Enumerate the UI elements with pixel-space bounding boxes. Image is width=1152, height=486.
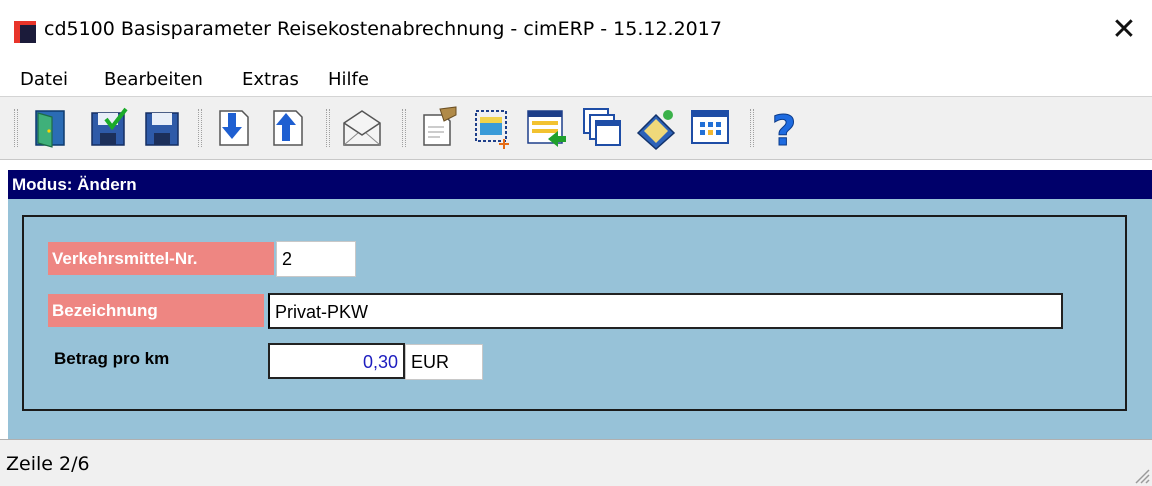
list-arrow-icon[interactable] [524, 105, 568, 151]
status-bar: Zeile 2/6 [0, 439, 1152, 486]
window-title: cd5100 Basisparameter Reisekostenabrechn… [44, 18, 722, 40]
new-selection-icon[interactable] [470, 105, 514, 151]
app-icon [14, 21, 36, 43]
bezeichnung-field[interactable]: Privat-PKW [268, 293, 1063, 329]
save-icon[interactable] [140, 105, 184, 151]
arrow-down-document-icon[interactable] [212, 105, 256, 151]
betrag-label: Betrag pro km [54, 349, 170, 368]
save-check-icon[interactable] [86, 105, 130, 151]
windows-icon[interactable] [580, 105, 624, 151]
edit-document-icon[interactable] [416, 105, 460, 151]
close-button[interactable]: ✕ [1110, 12, 1138, 48]
resize-grip-icon[interactable] [1132, 466, 1150, 484]
svg-text:?: ? [772, 106, 796, 151]
currency-field[interactable]: EUR [405, 344, 483, 380]
menu-hilfe[interactable]: Hilfe [322, 67, 375, 92]
exit-door-icon[interactable] [28, 105, 72, 151]
toolbar-grip [14, 109, 18, 147]
verkehrsmittel-label: Verkehrsmittel-Nr. [48, 242, 274, 275]
menu-bar: Datei Bearbeiten Extras Hilfe [0, 62, 1152, 96]
help-icon[interactable]: ? [762, 105, 806, 152]
toolbar-separator [402, 109, 406, 147]
betrag-field[interactable]: 0,30 [268, 343, 405, 379]
calendar-grid-icon[interactable] [688, 105, 732, 151]
toolbar-separator [326, 109, 330, 147]
book-tag-icon[interactable] [634, 105, 678, 151]
title-bar: cd5100 Basisparameter Reisekostenabrechn… [0, 0, 1152, 62]
form-group: Verkehrsmittel-Nr. 2 Bezeichnung Privat-… [22, 215, 1127, 411]
form-panel: Verkehrsmittel-Nr. 2 Bezeichnung Privat-… [8, 199, 1152, 439]
arrow-up-document-icon[interactable] [266, 105, 310, 151]
menu-bearbeiten[interactable]: Bearbeiten [98, 67, 209, 92]
toolbar-separator [750, 109, 754, 147]
menu-datei[interactable]: Datei [14, 67, 74, 92]
menu-extras[interactable]: Extras [236, 67, 305, 92]
verkehrsmittel-field[interactable]: 2 [276, 241, 356, 277]
toolbar: ? [0, 96, 1152, 160]
status-row-indicator: Zeile 2/6 [6, 453, 90, 475]
bezeichnung-label: Bezeichnung [48, 294, 264, 327]
toolbar-separator [198, 109, 202, 147]
envelope-icon[interactable] [340, 105, 384, 151]
mode-bar: Modus: Ändern [8, 170, 1152, 199]
